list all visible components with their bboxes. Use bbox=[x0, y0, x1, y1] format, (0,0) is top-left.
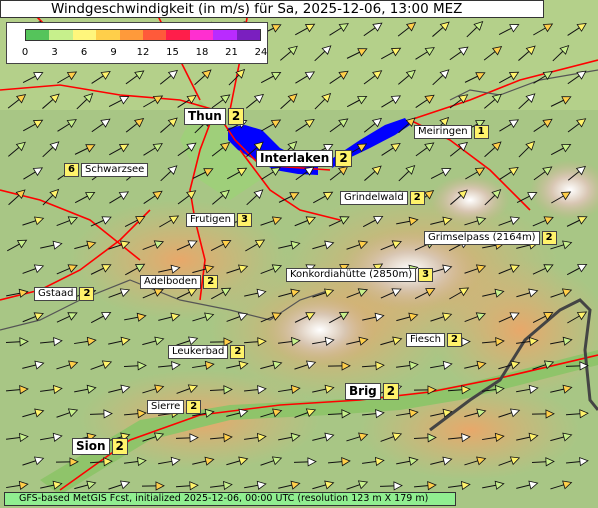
place-value: 3 bbox=[237, 213, 252, 227]
legend-swatch bbox=[143, 30, 167, 40]
legend-tick: 12 bbox=[136, 47, 150, 58]
place-thun[interactable]: Thun 2 bbox=[184, 108, 245, 125]
place-name: Adelboden bbox=[140, 275, 202, 289]
place-name: Fiesch bbox=[406, 333, 446, 347]
terrain-map bbox=[0, 0, 598, 508]
speed-legend: 0 3 6 9 12 15 18 21 24 bbox=[6, 22, 268, 64]
place-frutigen[interactable]: Frutigen 3 bbox=[186, 213, 252, 227]
place-value: 2 bbox=[227, 108, 245, 125]
place-value: 1 bbox=[473, 125, 489, 139]
legend-tick: 3 bbox=[51, 47, 58, 58]
legend-swatch bbox=[119, 30, 144, 40]
place-name: Sierre bbox=[147, 400, 185, 414]
place-value: 2 bbox=[203, 275, 219, 289]
legend-swatch bbox=[189, 30, 214, 40]
place-value: 3 bbox=[418, 268, 434, 282]
legend-tick: 21 bbox=[225, 47, 238, 58]
place-grindelwald[interactable]: Grindelwald 2 bbox=[340, 191, 425, 205]
place-grimselpass[interactable]: Grimselpass (2164m) 2 bbox=[424, 231, 557, 245]
place-name: Gstaad bbox=[34, 287, 78, 301]
legend-tick: 15 bbox=[166, 47, 179, 58]
legend-color-bar bbox=[25, 29, 261, 41]
place-value: 2 bbox=[230, 345, 246, 359]
place-konkordiahuette[interactable]: Konkordiahütte (2850m) 3 bbox=[286, 268, 434, 282]
place-value: 2 bbox=[186, 400, 202, 414]
legend-ticks: 0 3 6 9 12 15 18 21 24 bbox=[21, 43, 268, 63]
legend-tick: 24 bbox=[254, 47, 268, 58]
place-value: 2 bbox=[382, 383, 400, 400]
legend-swatch bbox=[166, 30, 190, 40]
legend-swatch bbox=[72, 30, 97, 40]
legend-tick: 18 bbox=[195, 47, 209, 58]
place-name: Brig bbox=[345, 383, 381, 400]
place-sion[interactable]: Sion 2 bbox=[72, 438, 128, 455]
model-footer: GFS-based MetGIS Fcst, initialized 2025-… bbox=[4, 492, 456, 506]
place-name: Interlaken bbox=[256, 150, 334, 167]
place-name: Thun bbox=[184, 108, 226, 125]
legend-tick: 6 bbox=[80, 47, 88, 58]
place-value: 2 bbox=[111, 438, 128, 455]
place-value: 6 bbox=[64, 163, 79, 177]
place-name: Grimselpass (2164m) bbox=[424, 231, 540, 245]
place-leukerbad[interactable]: Leukerbad 2 bbox=[168, 345, 246, 359]
place-value: 2 bbox=[335, 150, 352, 167]
legend-swatch bbox=[49, 30, 73, 40]
place-adelboden[interactable]: Adelboden 2 bbox=[140, 275, 219, 289]
place-value: 2 bbox=[541, 231, 557, 245]
place-name: Konkordiahütte (2850m) bbox=[286, 268, 417, 282]
legend-swatch bbox=[213, 30, 237, 40]
place-fiesch[interactable]: Fiesch 2 bbox=[406, 333, 462, 347]
place-name: Sion bbox=[72, 438, 110, 455]
place-value: 2 bbox=[79, 287, 95, 301]
place-brig[interactable]: Brig 2 bbox=[345, 383, 400, 400]
place-value: 2 bbox=[409, 191, 425, 205]
place-name: Frutigen bbox=[186, 213, 236, 227]
place-schwarzsee[interactable]: 6 Schwarzsee bbox=[64, 163, 149, 177]
place-name: Leukerbad bbox=[168, 345, 229, 359]
place-meiringen[interactable]: Meiringen 1 bbox=[414, 125, 489, 139]
place-interlaken[interactable]: Interlaken 2 bbox=[256, 150, 352, 167]
place-name: Meiringen bbox=[414, 125, 472, 139]
place-name: Schwarzsee bbox=[80, 163, 149, 177]
place-sierre[interactable]: Sierre 2 bbox=[147, 400, 202, 414]
map-title: Windgeschwindigkeit (in m/s) für Sa, 202… bbox=[0, 0, 544, 18]
legend-swatch bbox=[236, 30, 261, 40]
legend-tick: 9 bbox=[110, 47, 117, 58]
place-value: 2 bbox=[447, 333, 462, 347]
place-gstaad[interactable]: Gstaad 2 bbox=[34, 287, 95, 301]
legend-swatch bbox=[26, 30, 50, 40]
legend-tick: 0 bbox=[21, 47, 29, 58]
place-name: Grindelwald bbox=[340, 191, 408, 205]
legend-swatch bbox=[96, 30, 120, 40]
